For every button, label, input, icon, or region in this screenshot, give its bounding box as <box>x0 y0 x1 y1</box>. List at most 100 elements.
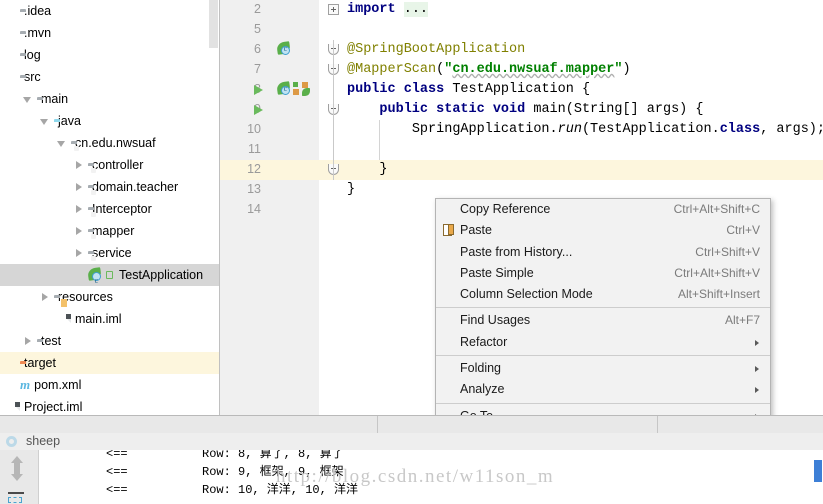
tree-item-testapplication[interactable]: TestApplication <box>0 264 219 292</box>
tab-segment-1[interactable] <box>0 416 378 434</box>
tree-item-mapper[interactable]: mapper <box>0 220 219 242</box>
menu-item-copy-reference[interactable]: Copy Reference Ctrl+Alt+Shift+C <box>436 199 770 220</box>
project-tree-scrollbar[interactable] <box>209 0 218 48</box>
tree-item-resources[interactable]: resources <box>0 286 219 308</box>
bottom-tab-bar[interactable] <box>0 415 823 434</box>
tree-item-label: service <box>92 246 132 260</box>
chevron-down-icon[interactable] <box>23 94 34 105</box>
tree-item-label: main.iml <box>75 312 122 326</box>
menu-item-label: Find Usages <box>460 313 531 328</box>
chevron-down-icon[interactable] <box>57 138 68 149</box>
tab-segment-2[interactable] <box>378 416 658 434</box>
tree-item-main[interactable]: main <box>0 88 219 110</box>
ide-window: .idea .mvn log src main java cn.edu.nwsuaf cont… <box>0 0 823 504</box>
menu-item-folding[interactable]: Folding <box>436 358 770 379</box>
bottom-tool-window: sheep <==Row: 7, 娇娇, 7, 娇娇<==Row: 8, 算了,… <box>0 415 823 504</box>
project-tool-window[interactable]: .idea .mvn log src main java cn.edu.nwsuaf cont… <box>0 0 220 415</box>
code-line-8[interactable]: public class TestApplication { <box>319 80 823 100</box>
down-arrow-icon[interactable] <box>11 467 23 481</box>
gutter-line-7[interactable]: 7 <box>220 60 319 80</box>
chevron-right-icon[interactable] <box>74 204 85 215</box>
code-line-12[interactable]: } <box>319 160 823 180</box>
tree-item-service[interactable]: service <box>0 242 219 264</box>
tree-item-test[interactable]: test <box>0 330 219 352</box>
menu-item-paste-from-history[interactable]: Paste from History... Ctrl+Shift+V <box>436 242 770 263</box>
gutter-line-10[interactable]: 10 <box>220 120 319 140</box>
run-gutter-icon[interactable] <box>254 85 263 95</box>
chevron-right-icon[interactable] <box>23 336 34 347</box>
menu-item-label: Paste Simple <box>460 265 534 280</box>
tree-item-project-iml[interactable]: Project.iml <box>0 396 219 415</box>
gear-icon <box>6 436 17 447</box>
code-line-5[interactable] <box>319 20 823 40</box>
gutter-line-8[interactable]: 8 <box>220 80 319 100</box>
code-line-7[interactable]: @MapperScan("cn.edu.nwsuaf.mapper") <box>319 60 823 80</box>
gutter-line-6[interactable]: 6 <box>220 40 319 60</box>
run-gutter-icon[interactable] <box>254 105 263 115</box>
tree-item-java[interactable]: java <box>0 110 219 132</box>
tree-item-controller[interactable]: controller <box>0 154 219 176</box>
code-line-11[interactable] <box>319 140 823 160</box>
chevron-right-icon[interactable] <box>40 292 51 303</box>
menu-item-analyze[interactable]: Analyze <box>436 379 770 400</box>
line-number: 2 <box>254 2 261 16</box>
tree-item-domain-teacher[interactable]: domain.teacher <box>0 176 219 198</box>
gutter-line-11[interactable]: 11 <box>220 140 319 160</box>
chevron-down-icon[interactable] <box>40 116 51 127</box>
gutter-line-14[interactable]: 14 <box>220 200 319 220</box>
editor-gutter[interactable]: 2 5 6 7 89 10 11 12 13 14 <box>220 0 319 415</box>
gutter-line-9[interactable]: 9 <box>220 100 319 120</box>
code-text: public static void main(String[] args) { <box>379 102 704 117</box>
console-line-text: Row: 10, 洋洋, 10, 洋洋 <box>202 483 359 497</box>
code-line-2[interactable]: import ... <box>319 0 823 20</box>
tree-item-cn-edu-nwsuaf[interactable]: cn.edu.nwsuaf <box>0 132 219 154</box>
tab-segment-3[interactable] <box>658 416 823 434</box>
code-line-6[interactable]: @SpringBootApplication <box>319 40 823 60</box>
line-number: 10 <box>247 122 261 136</box>
chevron-right-icon[interactable] <box>74 226 85 237</box>
tree-item-main-iml[interactable]: main.iml <box>0 308 219 330</box>
chevron-right-icon[interactable] <box>74 248 85 259</box>
tree-item-pom-xml[interactable]: m pom.xml <box>0 374 219 396</box>
spring-bean-class-icon[interactable] <box>276 81 311 96</box>
console-toolbar[interactable] <box>0 450 39 504</box>
code-line-13[interactable]: } <box>319 180 823 200</box>
menu-item-column-selection-mode[interactable]: Column Selection Mode Alt+Shift+Insert <box>436 284 770 305</box>
menu-item-find-usages[interactable]: Find Usages Alt+F7 <box>436 310 770 331</box>
gutter-line-12[interactable]: 12 <box>220 160 319 180</box>
tree-item--mvn[interactable]: .mvn <box>0 22 219 44</box>
menu-item-paste-simple[interactable]: Paste Simple Ctrl+Alt+Shift+V <box>436 263 770 284</box>
tree-item-label: mapper <box>92 224 135 238</box>
gutter-line-5[interactable]: 5 <box>220 20 319 40</box>
gutter-line-2[interactable]: 2 <box>220 0 319 20</box>
console-scrollbar-thumb[interactable] <box>814 460 822 482</box>
code-text: SpringApplication.run(TestApplication.cl… <box>411 122 823 137</box>
project-tree[interactable]: .idea .mvn log src main java cn.edu.nwsuaf cont… <box>0 0 219 415</box>
tree-item-target[interactable]: target <box>0 352 219 374</box>
soft-wrap-icon[interactable] <box>8 492 26 503</box>
console-output[interactable]: <==Row: 7, 娇娇, 7, 娇娇<==Row: 8, 算了, 8, 算了… <box>39 450 823 504</box>
chevron-right-icon[interactable] <box>74 182 85 193</box>
tree-item-log[interactable]: log <box>0 44 219 66</box>
tree-item-label: .mvn <box>24 26 52 40</box>
menu-item-label: Folding <box>460 361 501 376</box>
console-line-text: Row: 9, 框架, 9, 框架 <box>202 465 344 479</box>
menu-item-paste[interactable]: Paste Ctrl+V <box>436 220 770 241</box>
tree-item-label: pom.xml <box>34 378 82 392</box>
menu-item-refactor[interactable]: Refactor <box>436 332 770 353</box>
fold-expand-icon[interactable] <box>328 4 339 15</box>
tree-item--idea[interactable]: .idea <box>0 0 219 22</box>
chevron-right-icon[interactable] <box>74 160 85 171</box>
menu-item-shortcut: Alt+Shift+Insert <box>677 287 760 302</box>
code-line-9[interactable]: public static void main(String[] args) { <box>319 100 823 120</box>
up-arrow-icon[interactable] <box>11 456 23 470</box>
console-arrow: <== <box>106 465 128 479</box>
tree-item-src[interactable]: src <box>0 66 219 88</box>
run-configuration-tab[interactable]: sheep <box>0 433 823 451</box>
gutter-line-13[interactable]: 13 <box>220 180 319 200</box>
console-scrollbar[interactable] <box>813 450 823 504</box>
code-line-10[interactable]: SpringApplication.run(TestApplication.cl… <box>319 120 823 140</box>
tree-item-interceptor[interactable]: Interceptor <box>0 198 219 220</box>
